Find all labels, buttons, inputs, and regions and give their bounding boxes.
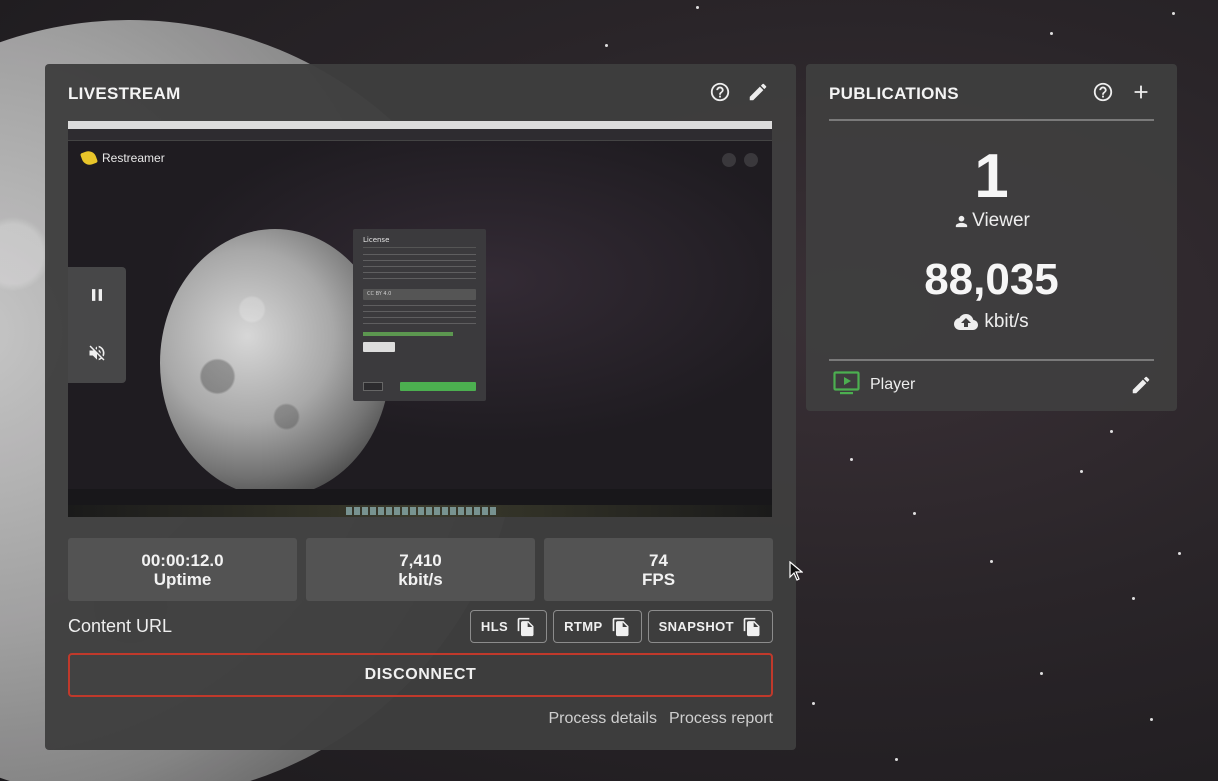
player-screen-icon <box>833 371 860 399</box>
divider <box>829 119 1154 121</box>
cc-badge-icon <box>363 342 395 352</box>
preview-app-logo: Restreamer <box>80 149 165 167</box>
copy-snapshot-button[interactable]: SNAPSHOT <box>647 610 773 643</box>
star <box>1150 718 1153 721</box>
button-label: RTMP <box>564 619 603 634</box>
copy-icon <box>612 617 629 636</box>
divider <box>829 359 1154 361</box>
stream-stats: 00:00:12.0 Uptime 7,410 kbit/s 74 FPS <box>68 538 773 601</box>
star <box>1080 470 1083 473</box>
star <box>990 560 993 563</box>
preview-dialog-text <box>363 254 476 284</box>
livestream-panel: LIVESTREAM Restreamer License CC BY 4.0 <box>45 64 796 750</box>
preview-statusbar <box>68 489 772 505</box>
stat-label: kbit/s <box>398 569 443 589</box>
star <box>913 512 916 515</box>
content-url-label: Content URL <box>68 616 173 636</box>
preview-dock-icons <box>346 507 496 515</box>
preview-dialog-select: CC BY 4.0 <box>363 289 476 300</box>
star <box>895 758 898 761</box>
star <box>1040 672 1043 675</box>
star <box>1178 552 1181 555</box>
process-details-link[interactable]: Process details <box>548 710 657 728</box>
star <box>1132 597 1135 600</box>
preview-dialog-text <box>363 305 476 329</box>
preview-save-button <box>400 382 476 391</box>
copy-icon <box>743 617 760 636</box>
publication-player-row[interactable]: Player <box>833 371 1153 399</box>
star <box>696 6 699 9</box>
volume-off-icon[interactable] <box>85 341 109 365</box>
camera-icon <box>722 153 736 167</box>
star <box>605 44 608 47</box>
pause-icon[interactable] <box>85 283 109 307</box>
bitrate-unit: kbit/s <box>806 310 1177 334</box>
mouse-cursor-icon <box>789 561 803 581</box>
content-url-row: Content URL HLS RTMP SNAPSHOT <box>68 610 773 644</box>
stat-label: FPS <box>641 569 676 589</box>
button-label: SNAPSHOT <box>658 619 734 634</box>
help-circle-icon[interactable] <box>708 80 732 104</box>
process-report-link[interactable]: Process report <box>669 710 773 728</box>
preview-dialog-link <box>363 332 454 336</box>
stream-preview[interactable]: Restreamer License CC BY 4.0 <box>68 121 772 517</box>
publication-bitrate: 88,035 <box>924 255 1059 304</box>
copy-hls-button[interactable]: HLS <box>469 610 548 643</box>
stat-value: 7,410 <box>399 550 442 570</box>
stat-value: 00:00:12.0 <box>141 550 224 570</box>
star <box>850 458 853 461</box>
cloud-upload-icon <box>954 314 979 330</box>
content-url-buttons: HLS RTMP SNAPSHOT <box>469 610 773 643</box>
process-links: Process details Process report <box>548 710 773 728</box>
preview-app-name: Restreamer <box>102 151 165 165</box>
preview-dock <box>68 505 772 517</box>
preview-menubar <box>68 121 772 129</box>
livestream-title: LIVESTREAM <box>68 84 181 103</box>
star <box>1172 12 1175 15</box>
publications-panel: PUBLICATIONS 1 Viewer 88,035 kbit/s Play… <box>806 64 1177 411</box>
stat-fps: 74 FPS <box>544 538 773 601</box>
preview-toolbar <box>68 129 772 141</box>
star <box>1050 32 1053 35</box>
disconnect-button[interactable]: DISCONNECT <box>68 653 773 697</box>
preview-license-dialog: License CC BY 4.0 <box>353 229 486 401</box>
stat-bitrate: 7,410 kbit/s <box>306 538 535 601</box>
preview-dialog-title: License <box>363 237 476 248</box>
copy-icon <box>517 617 534 636</box>
player-label: Player <box>870 376 916 393</box>
pencil-icon[interactable] <box>1129 373 1153 397</box>
stat-label: Uptime <box>153 569 212 589</box>
preview-dialog-buttons <box>363 382 476 391</box>
publications-actions <box>1091 80 1153 104</box>
star <box>1110 430 1113 433</box>
star <box>812 702 815 705</box>
button-label: HLS <box>480 619 509 634</box>
video-icon <box>744 153 758 167</box>
person-icon <box>955 215 968 227</box>
rocket-icon <box>80 149 98 167</box>
preview-back-button <box>363 382 383 391</box>
player-controls <box>68 267 126 383</box>
plus-icon[interactable] <box>1129 80 1153 104</box>
help-circle-icon[interactable] <box>1091 80 1115 104</box>
livestream-actions <box>708 80 770 104</box>
bitrate-unit-text: kbit/s <box>984 311 1029 332</box>
stat-value: 74 <box>649 550 668 570</box>
publications-title: PUBLICATIONS <box>829 84 959 103</box>
viewer-label-text: Viewer <box>972 210 1030 231</box>
stat-uptime: 00:00:12.0 Uptime <box>68 538 297 601</box>
viewer-count: 1 <box>974 142 1009 211</box>
pencil-icon[interactable] <box>746 80 770 104</box>
viewer-label: Viewer <box>806 210 1177 232</box>
copy-rtmp-button[interactable]: RTMP <box>553 610 642 643</box>
